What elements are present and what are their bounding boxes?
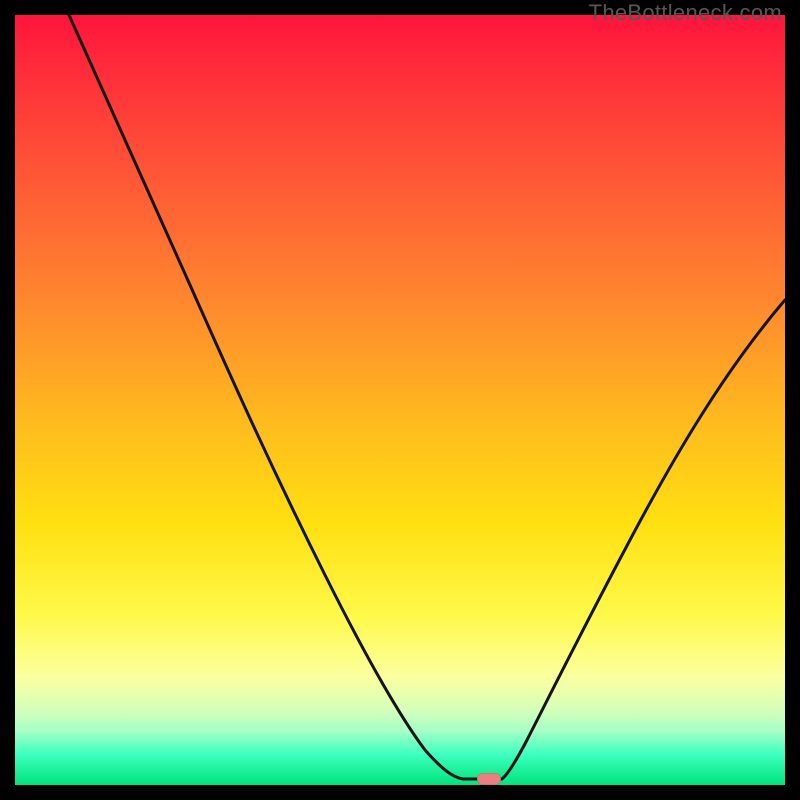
optimal-marker <box>477 773 501 785</box>
plot-area <box>15 15 785 785</box>
bottleneck-curve <box>15 15 785 785</box>
chart-frame: TheBottleneck.com <box>0 0 800 800</box>
watermark-text: TheBottleneck.com <box>589 0 782 26</box>
curve-path <box>69 15 785 779</box>
